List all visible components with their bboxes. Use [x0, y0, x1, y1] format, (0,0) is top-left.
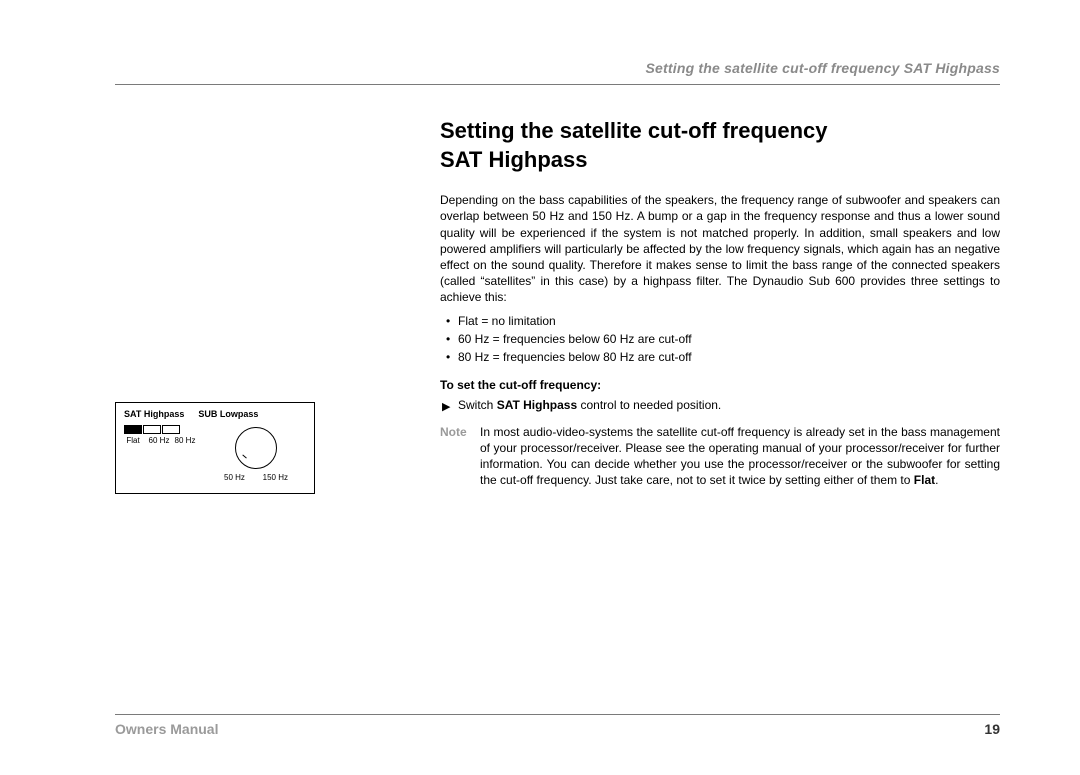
main-column: Setting the satellite cut-off frequency …	[440, 117, 1000, 488]
side-column: SAT Highpass SUB Lowpass Flat 60 Hz 80 H…	[115, 117, 440, 488]
diagram-label-sat: SAT Highpass	[124, 409, 184, 419]
list-item: 60 Hz = frequencies below 60 Hz are cut-…	[440, 330, 1000, 348]
diagram-label-sub: SUB Lowpass	[198, 409, 258, 419]
page-footer: Owners Manual 19	[115, 714, 1000, 737]
note-label: Note	[440, 424, 480, 489]
triangle-icon: ▶	[442, 400, 450, 413]
control-panel-diagram: SAT Highpass SUB Lowpass Flat 60 Hz 80 H…	[115, 402, 315, 494]
running-header: Setting the satellite cut-off frequency …	[115, 60, 1000, 76]
footer-label: Owners Manual	[115, 721, 218, 737]
procedure-heading: To set the cut-off frequency:	[440, 378, 1000, 392]
page-number: 19	[984, 721, 1000, 737]
procedure-step: ▶ Switch SAT Highpass control to needed …	[440, 398, 1000, 412]
bullet-list: Flat = no limitation 60 Hz = frequencies…	[440, 312, 1000, 366]
intro-paragraph: Depending on the bass capabilities of th…	[440, 192, 1000, 305]
section-heading: Setting the satellite cut-off frequency …	[440, 117, 920, 174]
list-item: Flat = no limitation	[440, 312, 1000, 330]
list-item: 80 Hz = frequencies below 80 Hz are cut-…	[440, 348, 1000, 366]
header-rule: Setting the satellite cut-off frequency …	[115, 60, 1000, 85]
lowpass-knob: 50 Hz 150 Hz	[226, 427, 286, 482]
note-text: In most audio-video-systems the satellit…	[480, 424, 1000, 489]
note-block: Note In most audio-video-systems the sat…	[440, 424, 1000, 489]
knob-icon	[235, 427, 277, 469]
